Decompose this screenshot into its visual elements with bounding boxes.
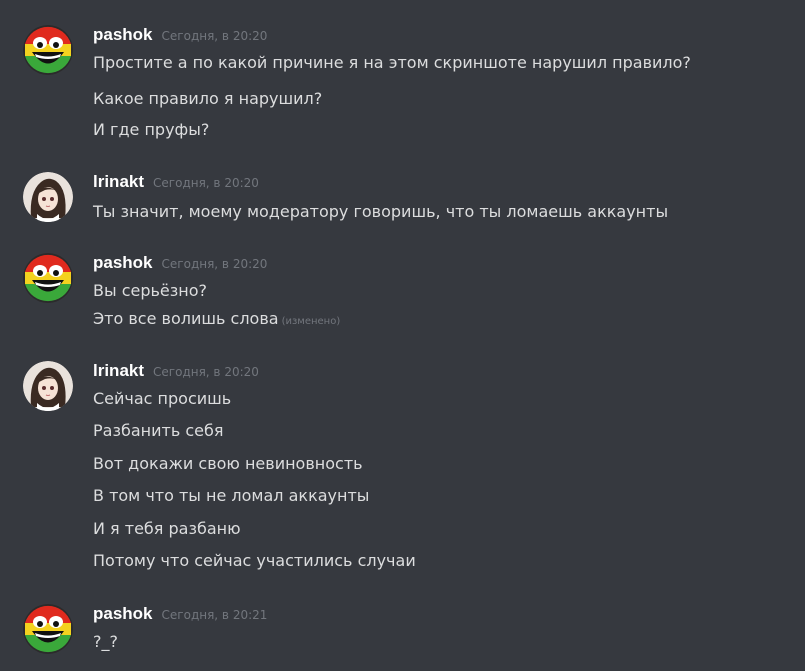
timestamp[interactable]: Сегодня, в 20:20 (162, 257, 268, 271)
awesome-face-icon (23, 604, 73, 654)
timestamp[interactable]: Сегодня, в 20:20 (153, 176, 259, 190)
avatar[interactable] (23, 172, 73, 222)
anime-girl-avatar-icon (23, 361, 73, 411)
message-text: Потому что сейчас участились случаи (93, 551, 416, 570)
username[interactable]: pashok (93, 25, 153, 45)
message-text: Вы серьёзно? (93, 281, 208, 300)
timestamp[interactable]: Сегодня, в 20:20 (162, 29, 268, 43)
message-text: Разбанить себя (93, 421, 224, 440)
message-text: Это все волишь слова (93, 309, 279, 328)
edited-label: (изменено) (281, 316, 341, 327)
message-header: pashok Сегодня, в 20:20 (93, 25, 267, 45)
awesome-face-icon (23, 253, 73, 303)
username[interactable]: pashok (93, 253, 153, 273)
message-header: lrinakt Сегодня, в 20:20 (93, 361, 259, 381)
username[interactable]: lrinakt (93, 172, 144, 192)
message-text: ?_? (93, 632, 118, 651)
avatar[interactable] (23, 253, 73, 303)
avatar[interactable] (23, 361, 73, 411)
message-text: И где пруфы? (93, 120, 210, 139)
message-header: pashok Сегодня, в 20:21 (93, 604, 267, 624)
timestamp[interactable]: Сегодня, в 20:20 (153, 365, 259, 379)
anime-girl-avatar-icon (23, 172, 73, 222)
message-text: Ты значит, моему модератору говоришь, чт… (93, 202, 669, 221)
message-header: lrinakt Сегодня, в 20:20 (93, 172, 259, 192)
avatar[interactable] (23, 604, 73, 654)
message-text: В том что ты не ломал аккаунты (93, 486, 370, 505)
message-text-edited: Это все волишь слова (изменено) (93, 309, 340, 328)
username[interactable]: pashok (93, 604, 153, 624)
username[interactable]: lrinakt (93, 361, 144, 381)
message-header: pashok Сегодня, в 20:20 (93, 253, 267, 273)
message-text: Какое правило я нарушил? (93, 89, 323, 108)
awesome-face-icon (23, 25, 73, 75)
message-text: И я тебя разбаню (93, 519, 241, 538)
message-text: Вот докажи свою невиновность (93, 454, 363, 473)
message-text: Сейчас просишь (93, 389, 232, 408)
message-text: Простите а по какой причине я на этом ск… (93, 53, 691, 72)
timestamp[interactable]: Сегодня, в 20:21 (162, 608, 268, 622)
avatar[interactable] (23, 25, 73, 75)
